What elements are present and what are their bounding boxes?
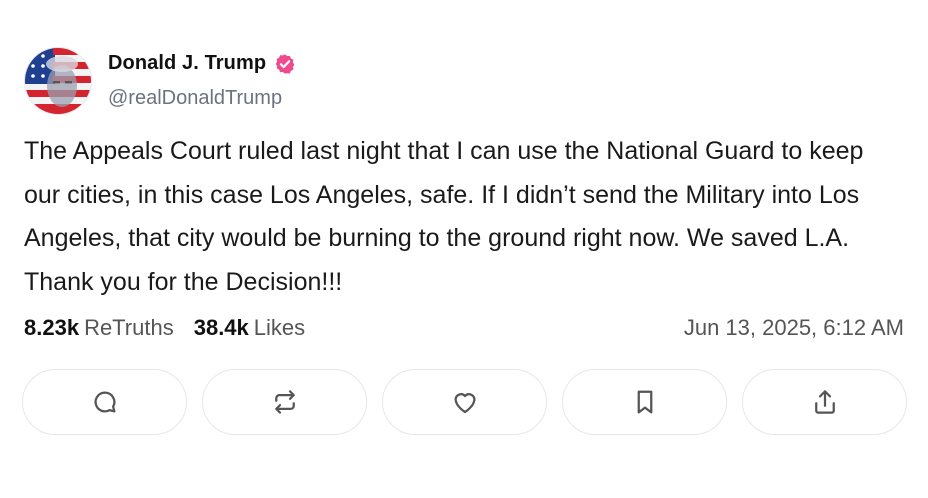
likes-label: Likes — [253, 315, 306, 340]
avatar[interactable] — [24, 47, 92, 115]
bookmark-button[interactable] — [562, 369, 727, 435]
post-text: The Appeals Court ruled last night that … — [24, 137, 864, 296]
post-card: Donald J. Trump @realDonaldTrump The App… — [0, 0, 928, 498]
author-name-row: Donald J. Trump — [108, 52, 296, 75]
comment-icon — [93, 391, 115, 413]
retruth-icon — [274, 390, 295, 414]
post-stats: 8.23k ReTruths 38.4k Likes — [24, 315, 305, 341]
share-button[interactable] — [742, 369, 907, 435]
avatar-image — [25, 48, 91, 114]
share-icon — [814, 390, 835, 414]
retruth-button[interactable] — [202, 369, 367, 435]
retruths-stat[interactable]: 8.23k ReTruths — [24, 315, 174, 341]
bookmark-icon — [637, 390, 652, 414]
action-bar — [22, 369, 907, 435]
author-display-name[interactable]: Donald J. Trump — [108, 52, 266, 75]
reply-button[interactable] — [22, 369, 187, 435]
post-timestamp: Jun 13, 2025, 6:12 AM — [683, 315, 904, 340]
retruths-label: ReTruths — [84, 315, 174, 340]
heart-icon — [454, 393, 475, 414]
retruths-count: 8.23k — [24, 315, 80, 340]
like-button[interactable] — [382, 369, 547, 435]
verified-badge-icon — [274, 53, 296, 75]
likes-count: 38.4k — [193, 315, 249, 340]
likes-stat[interactable]: 38.4k Likes — [194, 315, 305, 341]
author-handle[interactable]: @realDonaldTrump — [108, 87, 282, 110]
